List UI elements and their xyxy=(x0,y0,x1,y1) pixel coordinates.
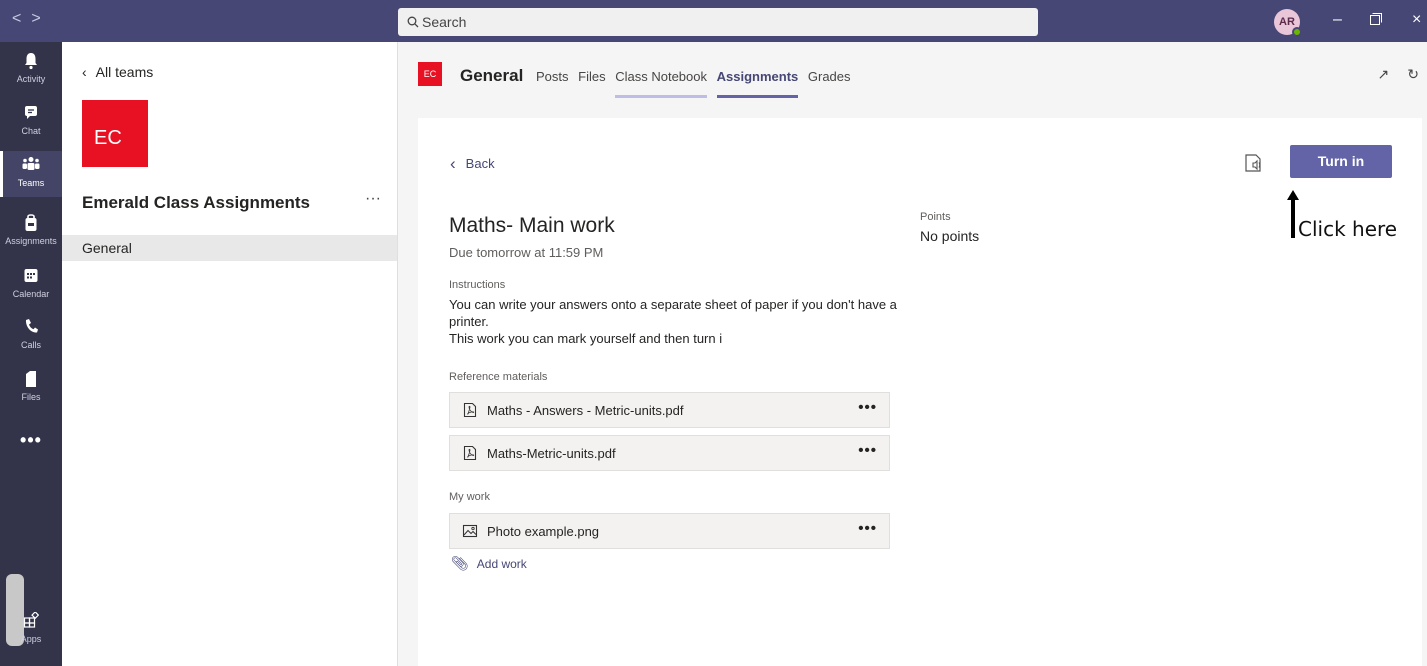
restore-icon[interactable] xyxy=(1370,12,1382,30)
search-icon xyxy=(407,16,419,28)
assignment-title: Maths- Main work xyxy=(449,214,615,237)
channel-avatar: EC xyxy=(418,62,442,86)
tab-assignments[interactable]: Assignments xyxy=(716,69,799,98)
my-work-file-item[interactable]: Photo example.png ••• xyxy=(449,513,890,549)
forward-nav-button[interactable]: > xyxy=(31,10,50,27)
rail-item-apps[interactable]: Apps xyxy=(0,611,62,662)
file-name: Maths - Answers - Metric-units.pdf xyxy=(487,403,684,418)
channel-title: General xyxy=(460,66,524,85)
annotation-text: Click here xyxy=(1298,217,1398,241)
file-name: Photo example.png xyxy=(487,524,600,539)
team-name: Emerald Class Assignments xyxy=(82,193,311,212)
apps-icon xyxy=(0,611,62,632)
file-more-options-icon[interactable]: ••• xyxy=(858,520,877,537)
pdf-file-icon xyxy=(463,445,477,461)
instructions-text: You can write your answers onto a separa… xyxy=(449,297,897,346)
app-rail: Activity Chat Teams Assignments Calendar… xyxy=(0,42,62,666)
more-apps-icon[interactable]: ••• xyxy=(0,430,62,452)
all-teams-link[interactable]: ‹ All teams xyxy=(82,64,153,80)
immersive-reader-icon[interactable] xyxy=(1244,152,1264,174)
instructions-label: Instructions xyxy=(449,279,506,291)
expand-icon[interactable]: ↗ xyxy=(1378,66,1390,82)
minimize-icon[interactable]: – xyxy=(1333,11,1342,29)
turn-in-button[interactable]: Turn in xyxy=(1290,145,1392,178)
title-bar: <> Search AR – × xyxy=(0,0,1427,42)
my-work-label: My work xyxy=(449,491,490,503)
tab-class-notebook[interactable]: Class Notebook xyxy=(615,69,707,98)
rail-item-calendar[interactable]: Calendar xyxy=(0,267,62,307)
tab-posts[interactable]: Posts xyxy=(536,69,569,95)
assignments-icon xyxy=(0,214,62,234)
add-work-button[interactable]: 📎︎ Add work xyxy=(451,555,527,572)
rail-item-teams[interactable]: Teams xyxy=(0,151,62,197)
file-name: Maths-Metric-units.pdf xyxy=(487,446,616,461)
close-icon[interactable]: × xyxy=(1412,11,1421,29)
assignment-card: ‹ Back Turn in Maths- Main work Due tomor… xyxy=(418,118,1422,666)
tab-files[interactable]: Files xyxy=(578,69,605,95)
phone-icon xyxy=(0,318,62,338)
header-actions: ↗ ↻ xyxy=(1360,66,1419,83)
teams-icon xyxy=(0,156,62,176)
pdf-file-icon xyxy=(463,402,477,418)
history-nav: <> xyxy=(12,10,51,28)
calendar-icon xyxy=(0,267,62,287)
rail-item-chat[interactable]: Chat xyxy=(0,104,62,144)
image-file-icon xyxy=(462,524,478,538)
team-panel: ‹ All teams EC Emerald Class Assignments … xyxy=(62,42,398,666)
chevron-left-icon: ‹ xyxy=(82,64,87,80)
back-nav-button[interactable]: < xyxy=(12,10,31,27)
reference-file-item[interactable]: Maths-Metric-units.pdf ••• xyxy=(449,435,890,471)
channel-header: EC General Posts Files Class Notebook As… xyxy=(398,42,1427,102)
chevron-left-icon: ‹ xyxy=(450,154,456,173)
team-avatar: EC xyxy=(82,100,148,167)
rail-item-assignments[interactable]: Assignments xyxy=(0,214,62,256)
reference-file-item[interactable]: Maths - Answers - Metric-units.pdf ••• xyxy=(449,392,890,428)
back-button[interactable]: ‹ Back xyxy=(450,154,495,174)
file-more-options-icon[interactable]: ••• xyxy=(858,399,877,416)
points-value: No points xyxy=(920,228,980,244)
bell-icon xyxy=(0,52,62,72)
reference-materials-label: Reference materials xyxy=(449,371,548,383)
channel-item-general[interactable]: General xyxy=(62,235,397,261)
search-placeholder: Search xyxy=(407,14,466,30)
team-more-options-icon[interactable]: ··· xyxy=(365,190,381,208)
tab-grades[interactable]: Grades xyxy=(808,69,851,95)
file-more-options-icon[interactable]: ••• xyxy=(858,442,877,459)
rail-item-files[interactable]: Files xyxy=(0,370,62,410)
due-date: Due tomorrow at 11:59 PM xyxy=(449,245,604,260)
refresh-icon[interactable]: ↻ xyxy=(1407,66,1419,82)
file-icon xyxy=(0,370,62,390)
search-input[interactable]: Search xyxy=(398,8,1038,36)
rail-item-activity[interactable]: Activity xyxy=(0,52,62,92)
points-label: Points xyxy=(920,211,951,223)
paperclip-icon: 📎︎ xyxy=(451,555,469,571)
chat-icon xyxy=(0,104,62,124)
rail-item-calls[interactable]: Calls xyxy=(0,318,62,358)
channel-tabs: Posts Files Class Notebook Assignments G… xyxy=(536,69,857,98)
presence-status-icon xyxy=(1292,27,1302,37)
